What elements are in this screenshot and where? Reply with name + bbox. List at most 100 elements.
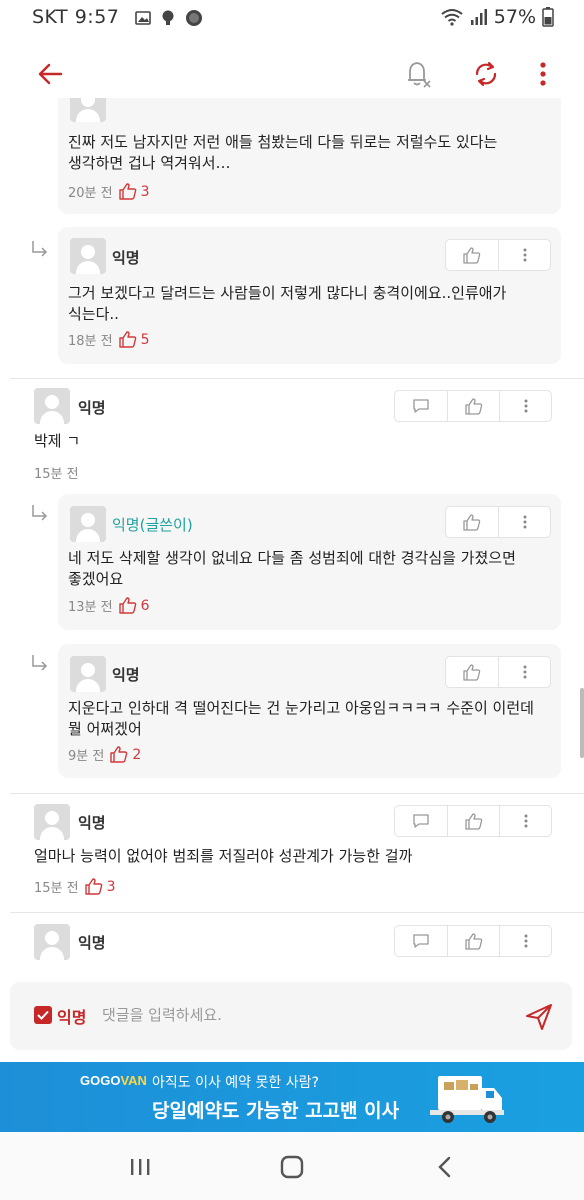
reply-comment: 익명 지운다고 인하대 격 떨어진다는 건 눈가리고 아웅임ㅋㅋㅋㅋ 수준이 이…: [58, 644, 561, 778]
comment-time: 9분 전: [68, 749, 105, 764]
comment-author: 익명: [78, 399, 106, 417]
like-button[interactable]: [447, 926, 499, 956]
comment-author: 익명: [112, 249, 140, 267]
thumbs-up-icon: [118, 183, 136, 200]
battery-icon: [542, 7, 554, 27]
reply-button[interactable]: [395, 806, 447, 836]
avatar: [34, 804, 70, 840]
back-button[interactable]: [30, 54, 70, 94]
comment-more-button[interactable]: [499, 926, 551, 956]
comment-more-button[interactable]: [499, 391, 551, 421]
comment-time: 15분 전: [34, 881, 79, 896]
more-vertical-icon: [540, 62, 546, 86]
comment-author: 익명: [112, 666, 140, 684]
check-icon: [37, 1010, 49, 1020]
comment-more-button[interactable]: [498, 507, 550, 537]
comment-actions: [445, 656, 551, 688]
home-icon: [280, 1155, 304, 1179]
avatar: [70, 238, 106, 274]
clock: 9:57: [74, 6, 120, 28]
like-count: 2: [110, 746, 141, 763]
avatar: [34, 924, 70, 960]
bulb-icon: [162, 10, 174, 25]
refresh-icon: [475, 61, 497, 87]
refresh-button[interactable]: [466, 54, 506, 94]
status-bar: SKT 9:57 57%: [0, 0, 584, 38]
like-button[interactable]: [446, 657, 498, 687]
like-count: 6: [118, 597, 150, 614]
send-icon[interactable]: [524, 1002, 554, 1032]
like-button[interactable]: [446, 507, 498, 537]
recent-apps-icon: [131, 1159, 150, 1175]
ad-headline: 아직도 이사 예약 못한 사람?: [152, 1075, 319, 1091]
thumbs-up-icon: [464, 932, 482, 950]
navigation-bar: [0, 1132, 584, 1200]
avatar: [70, 656, 106, 692]
thumbs-up-icon: [110, 746, 128, 763]
speech-bubble-icon: [413, 934, 429, 948]
more-vertical-icon: [524, 934, 527, 948]
comment-actions: [445, 239, 551, 271]
comment-more-button[interactable]: [498, 240, 550, 270]
thumbs-up-icon: [118, 331, 136, 348]
more-button[interactable]: [523, 54, 563, 94]
like-count: 3: [84, 878, 116, 895]
reply-comment: 익명 그거 보겠다고 달려드는 사람들이 저렇게 많다니 충격이에요..인류애가…: [58, 227, 561, 364]
reply-comment: 익명(글쓴이) 네 저도 삭제할 생각이 없네요 다들 좀 성범죄에 대한 경각…: [58, 494, 561, 630]
reply-arrow-icon: [32, 241, 48, 257]
comment-time: 15분 전: [34, 467, 79, 482]
carrier-label: SKT: [32, 6, 69, 28]
reply-arrow-icon: [32, 505, 48, 521]
anonymous-label: 익명: [57, 1008, 87, 1027]
scrollbar[interactable]: [580, 688, 584, 758]
recent-apps-button[interactable]: [120, 1152, 160, 1182]
comment-time: 13분 전: [68, 600, 113, 615]
more-vertical-icon: [523, 248, 526, 262]
like-button[interactable]: [447, 391, 499, 421]
like-button[interactable]: [446, 240, 498, 270]
comment-text: 진짜 저도 남자지만 저런 애들 첨봤는데 다들 뒤로는 저럴수도 있다는 생각…: [68, 133, 498, 172]
more-vertical-icon: [524, 814, 527, 828]
reply-button[interactable]: [395, 391, 447, 421]
nav-back-button[interactable]: [424, 1152, 464, 1182]
anonymous-checkbox[interactable]: [34, 1006, 52, 1024]
chevron-left-icon: [438, 1156, 451, 1178]
thumbs-up-icon: [463, 513, 481, 531]
gallery-icon: [135, 11, 151, 25]
reply-button[interactable]: [395, 926, 447, 956]
wifi-icon: [441, 9, 463, 26]
comment-time: 20분 전: [68, 186, 113, 201]
comment-text: 얼마나 능력이 없어야 범죄를 저질러야 성관계가 가능한 걸까: [34, 847, 413, 865]
reply-arrow-icon: [32, 655, 48, 671]
like-count: 5: [118, 331, 150, 348]
comment-more-button[interactable]: [499, 806, 551, 836]
speech-bubble-icon: [413, 814, 429, 828]
home-button[interactable]: [272, 1152, 312, 1182]
comment-time: 18분 전: [68, 334, 113, 349]
bell-off-icon: [408, 62, 431, 88]
more-vertical-icon: [523, 515, 526, 529]
comment-list[interactable]: 진짜 저도 남자지만 저런 애들 첨봤는데 다들 뒤로는 저럴수도 있다는 생각…: [0, 98, 584, 970]
comment-more-button[interactable]: [498, 657, 550, 687]
ad-tagline: 당일예약도 가능한 고고밴 이사: [152, 1100, 400, 1122]
comment-author-op: 익명(글쓴이): [112, 516, 193, 534]
thumbs-up-icon: [463, 246, 481, 264]
comment-text: 지운다고 인하대 격 떨어진다는 건 눈가리고 아웅임ㅋㅋㅋㅋ 수준이 이런데 …: [68, 699, 534, 738]
thumbs-up-icon: [118, 597, 136, 614]
thumbs-up-icon: [463, 663, 481, 681]
comment-author: 익명: [78, 814, 106, 832]
like-button[interactable]: [447, 806, 499, 836]
comment-text: 박제 ㄱ: [34, 432, 81, 450]
comment-input[interactable]: 댓글을 입력하세요.: [102, 1004, 222, 1025]
comment-actions: [394, 805, 552, 837]
ad-banner[interactable]: GOGOVAN 아직도 이사 예약 못한 사람? 당일예약도 가능한 고고밴 이…: [0, 1062, 584, 1132]
notification-off-button[interactable]: [398, 54, 438, 94]
truck-icon: [430, 1076, 504, 1123]
more-vertical-icon: [524, 399, 527, 413]
comment-actions: [445, 506, 551, 538]
battery-percent: 57%: [493, 6, 536, 28]
comment-input-bar: 익명 댓글을 입력하세요.: [10, 982, 572, 1050]
divider: [10, 793, 584, 794]
divider: [10, 912, 584, 913]
comment-text: 네 저도 삭제할 생각이 없네요 다들 좀 성범죄에 대한 경각심을 가졌으면 …: [68, 549, 516, 588]
